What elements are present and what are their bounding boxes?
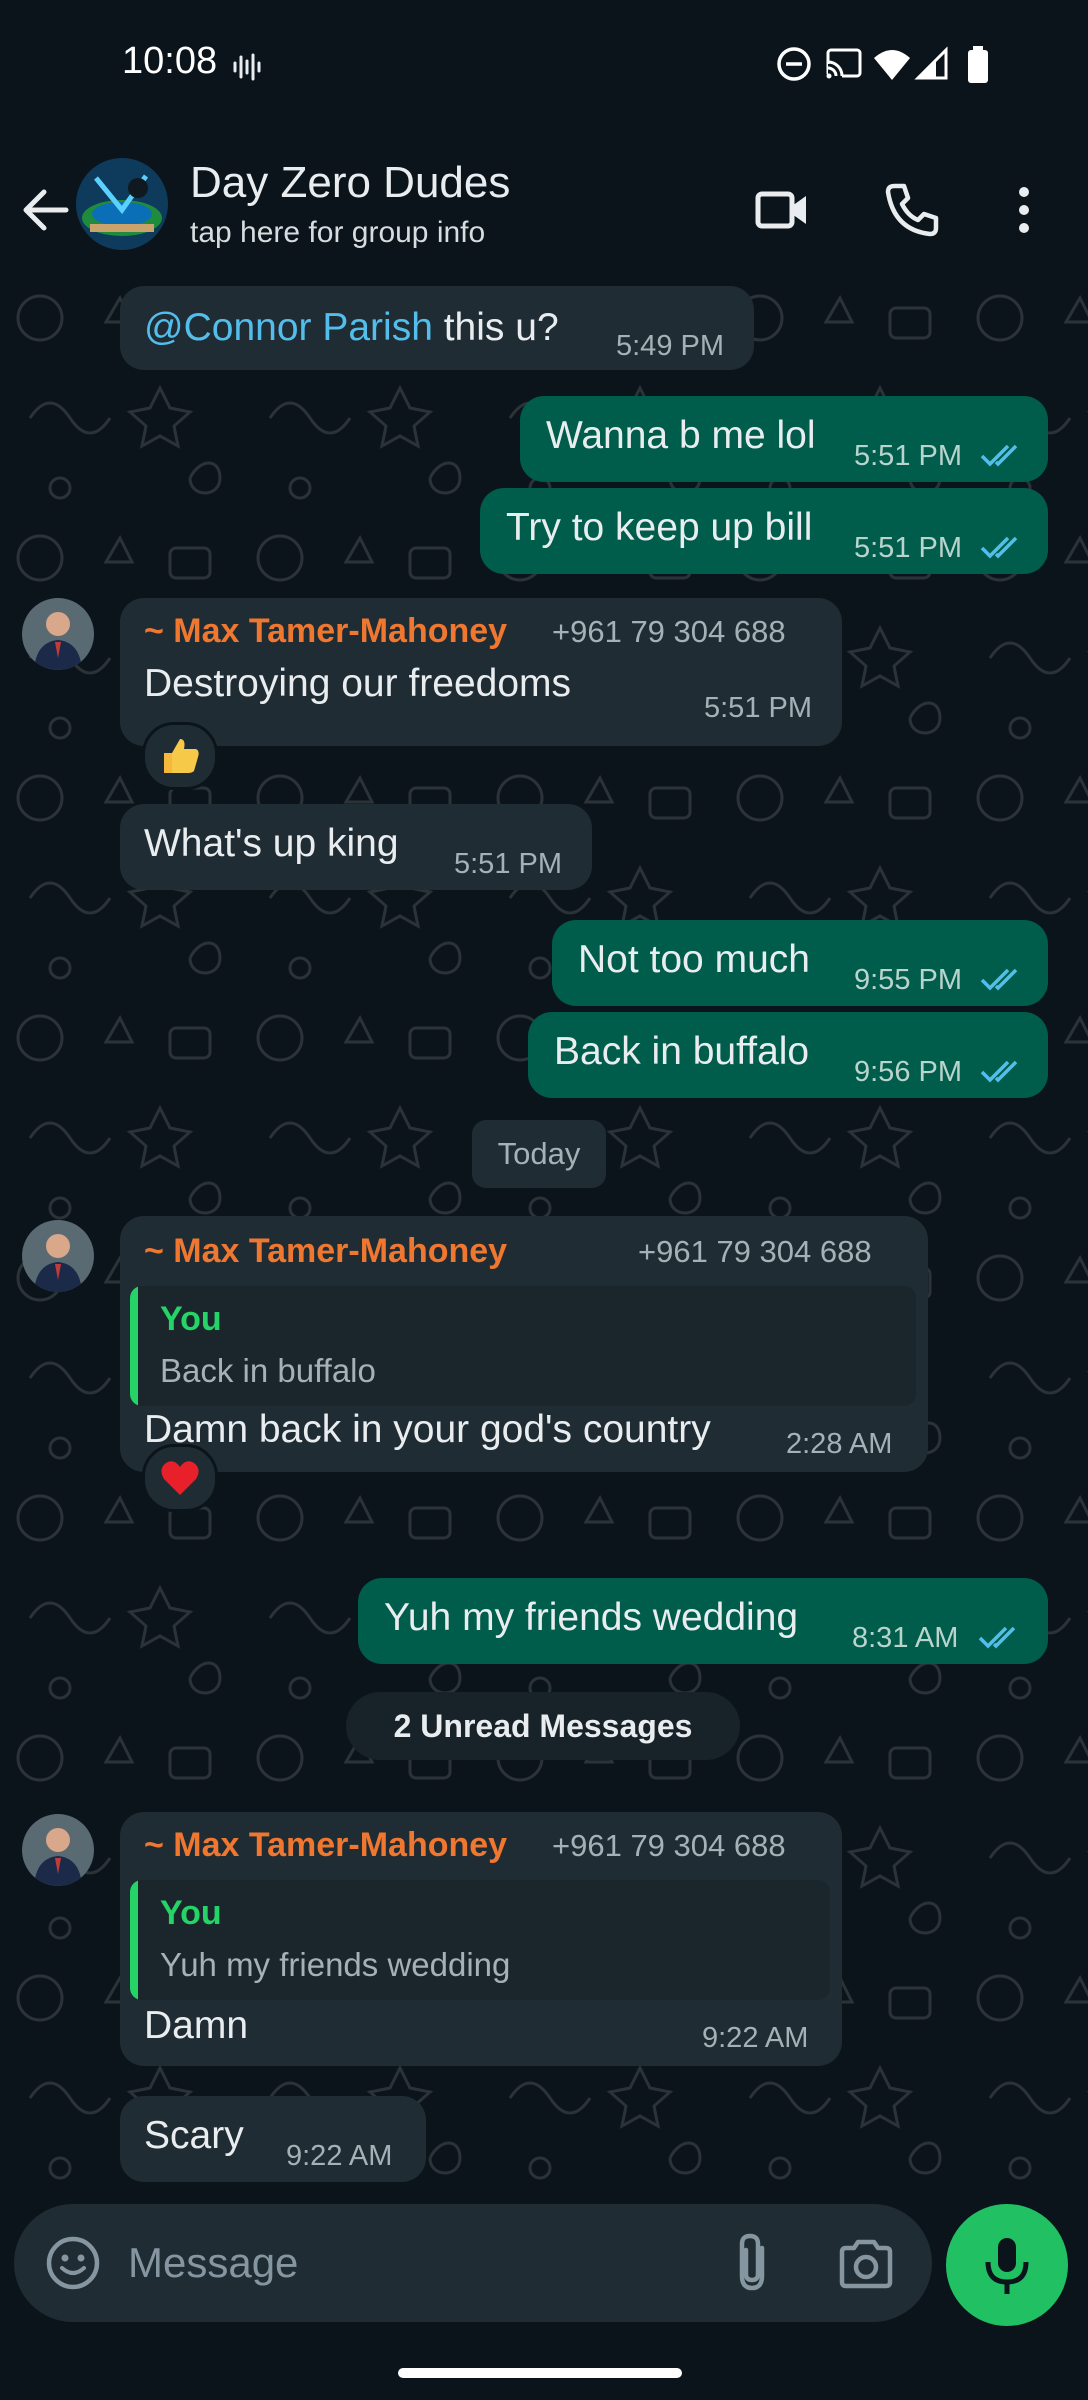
message-time: 5:51 PM xyxy=(454,848,562,880)
message-text: Wanna b me lol xyxy=(546,414,816,457)
message-time: 2:28 AM xyxy=(786,1428,893,1460)
chat-header: Day Zero Dudes tap here for group info xyxy=(0,140,1088,279)
message-time: 8:31 AM xyxy=(852,1622,959,1654)
camera-icon[interactable] xyxy=(836,2234,896,2294)
wifi-icon xyxy=(874,50,910,80)
message-bubble-incoming[interactable]: What's up king 5:51 PM xyxy=(120,804,592,890)
message-bubble-incoming[interactable]: Scary 9:22 AM xyxy=(120,2096,426,2182)
message-text: Try to keep up bill xyxy=(506,506,813,549)
message-time: 9:55 PM xyxy=(854,964,962,996)
message-time: 9:56 PM xyxy=(854,1056,962,1088)
attach-icon[interactable] xyxy=(728,2232,778,2294)
quoted-sender: You xyxy=(160,1894,222,1932)
read-ticks-icon xyxy=(980,968,1018,991)
reaction-badge[interactable] xyxy=(142,722,218,790)
message-text: Back in buffalo xyxy=(554,1030,810,1073)
message-time: 5:51 PM xyxy=(854,440,962,472)
message-text: Damn back in your god's country xyxy=(144,1408,711,1451)
sender-name[interactable]: ~ Max Tamer-Mahoney xyxy=(144,1826,507,1865)
microphone-icon xyxy=(985,2238,1029,2294)
message-text: Yuh my friends wedding xyxy=(384,1596,799,1639)
home-indicator[interactable] xyxy=(398,2368,682,2378)
quoted-reply[interactable]: You Back in buffalo xyxy=(130,1286,916,1406)
message-bubble-outgoing[interactable]: Try to keep up bill 5:51 PM xyxy=(480,488,1048,574)
message-text: What's up king xyxy=(144,822,399,865)
more-vert-icon[interactable] xyxy=(1004,178,1044,242)
quoted-text: Back in buffalo xyxy=(160,1352,376,1389)
emoji-icon[interactable] xyxy=(44,2234,102,2292)
message-time: 9:22 AM xyxy=(286,2140,393,2172)
message-bubble-incoming[interactable]: ~ Max Tamer-Mahoney +961 79 304 688 Dest… xyxy=(120,598,842,746)
heart-icon xyxy=(161,1461,199,1495)
message-list[interactable]: @Connor Parish this u? 5:49 PM Wanna b m… xyxy=(0,278,1088,2200)
message-bubble-incoming[interactable]: @Connor Parish this u? 5:49 PM xyxy=(120,286,754,370)
video-call-icon[interactable] xyxy=(752,180,812,240)
message-bubble-outgoing[interactable]: Back in buffalo 9:56 PM xyxy=(528,1012,1048,1098)
voice-message-button[interactable] xyxy=(946,2204,1068,2326)
audio-wave-icon xyxy=(233,53,261,81)
message-text: Not too much xyxy=(578,938,810,981)
group-name[interactable]: Day Zero Dudes xyxy=(190,158,510,208)
system-nav-bar xyxy=(0,2336,1088,2400)
signal-icon xyxy=(914,46,948,80)
status-bar: 10:08 xyxy=(0,0,1088,140)
read-ticks-icon xyxy=(980,536,1018,559)
thumbs-up-icon xyxy=(164,739,199,773)
mention-link[interactable]: @Connor Parish xyxy=(144,306,433,349)
message-bubble-incoming[interactable]: ~ Max Tamer-Mahoney +961 79 304 688 You … xyxy=(120,1216,928,1472)
sender-avatar[interactable] xyxy=(22,1814,94,1886)
do-not-disturb-icon xyxy=(777,47,811,81)
message-bubble-incoming[interactable]: ~ Max Tamer-Mahoney +961 79 304 688 You … xyxy=(120,1812,842,2066)
message-time: 5:51 PM xyxy=(704,692,812,724)
sender-name[interactable]: ~ Max Tamer-Mahoney xyxy=(144,612,507,651)
sender-phone: +961 79 304 688 xyxy=(552,614,786,649)
message-bubble-outgoing[interactable]: Yuh my friends wedding 8:31 AM xyxy=(358,1578,1048,1664)
message-bubble-outgoing[interactable]: Not too much 9:55 PM xyxy=(552,920,1048,1006)
cast-icon xyxy=(826,48,862,79)
status-time: 10:08 xyxy=(122,40,218,82)
message-bubble-outgoing[interactable]: Wanna b me lol 5:51 PM xyxy=(520,396,1048,482)
sender-avatar[interactable] xyxy=(22,598,94,670)
read-ticks-icon xyxy=(978,1626,1016,1649)
message-time: 9:22 AM xyxy=(702,2022,809,2054)
quoted-sender: You xyxy=(160,1300,222,1338)
message-text: @Connor Parish this u? xyxy=(144,306,559,349)
message-text: Destroying our freedoms xyxy=(144,662,572,705)
reaction-badge[interactable] xyxy=(142,1444,218,1512)
message-text: Damn xyxy=(144,2004,249,2047)
message-time: 5:51 PM xyxy=(854,532,962,564)
phone-icon[interactable] xyxy=(880,178,944,242)
message-text: Scary xyxy=(144,2114,244,2157)
sender-phone: +961 79 304 688 xyxy=(552,1828,786,1863)
group-avatar[interactable] xyxy=(76,158,168,250)
group-info-hint[interactable]: tap here for group info xyxy=(190,216,485,250)
quote-accent-bar xyxy=(130,1880,138,2000)
sender-phone: +961 79 304 688 xyxy=(638,1234,872,1269)
quoted-reply[interactable]: You Yuh my friends wedding xyxy=(130,1880,830,2000)
sender-name[interactable]: ~ Max Tamer-Mahoney xyxy=(144,1232,507,1271)
message-composer xyxy=(14,2204,932,2322)
date-separator: Today xyxy=(472,1120,606,1188)
battery-icon xyxy=(968,46,988,83)
read-ticks-icon xyxy=(980,1060,1018,1083)
quote-accent-bar xyxy=(130,1286,138,1406)
sender-avatar[interactable] xyxy=(22,1220,94,1292)
unread-messages-separator: 2 Unread Messages xyxy=(346,1692,740,1760)
message-time: 5:49 PM xyxy=(616,330,724,362)
message-input[interactable] xyxy=(126,2232,690,2294)
quoted-text: Yuh my friends wedding xyxy=(160,1946,511,1983)
back-arrow-icon[interactable] xyxy=(16,180,76,240)
read-ticks-icon xyxy=(980,444,1018,467)
